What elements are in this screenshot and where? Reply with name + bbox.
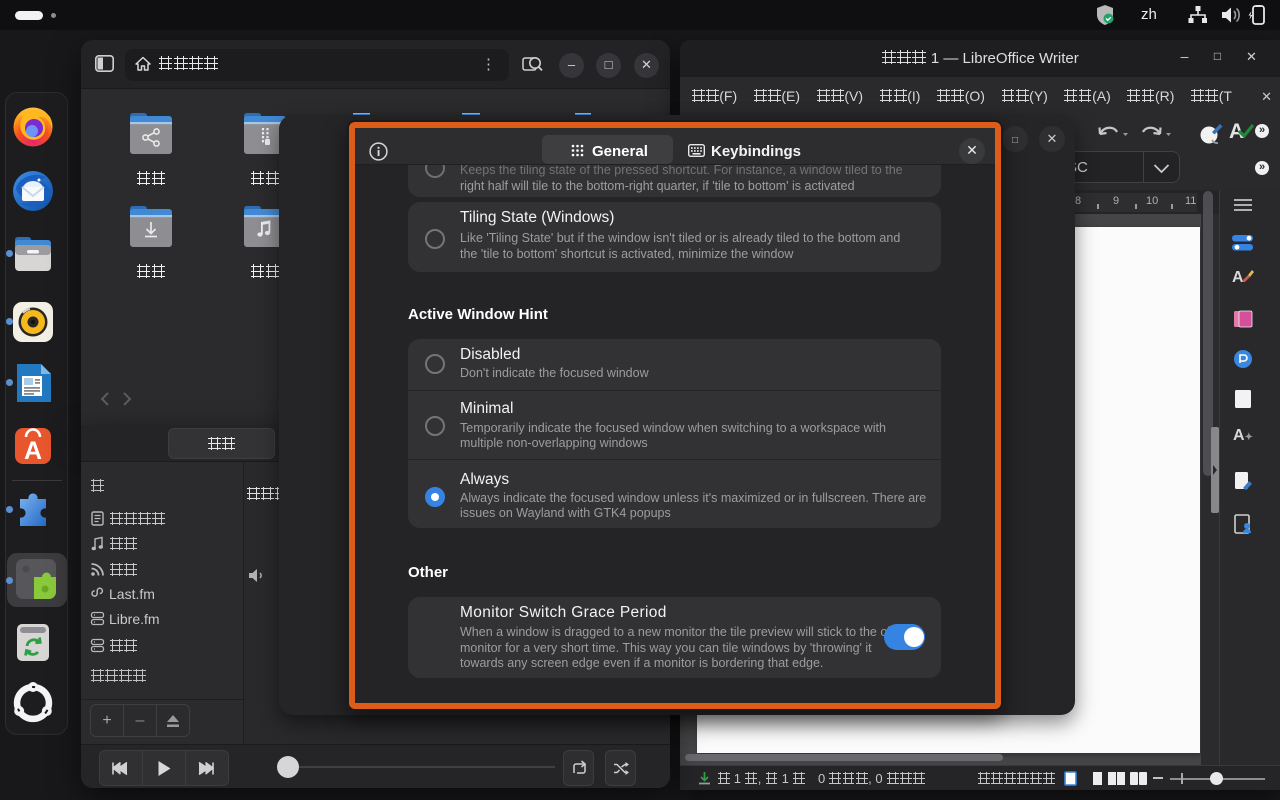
svg-text:A: A: [24, 437, 42, 465]
